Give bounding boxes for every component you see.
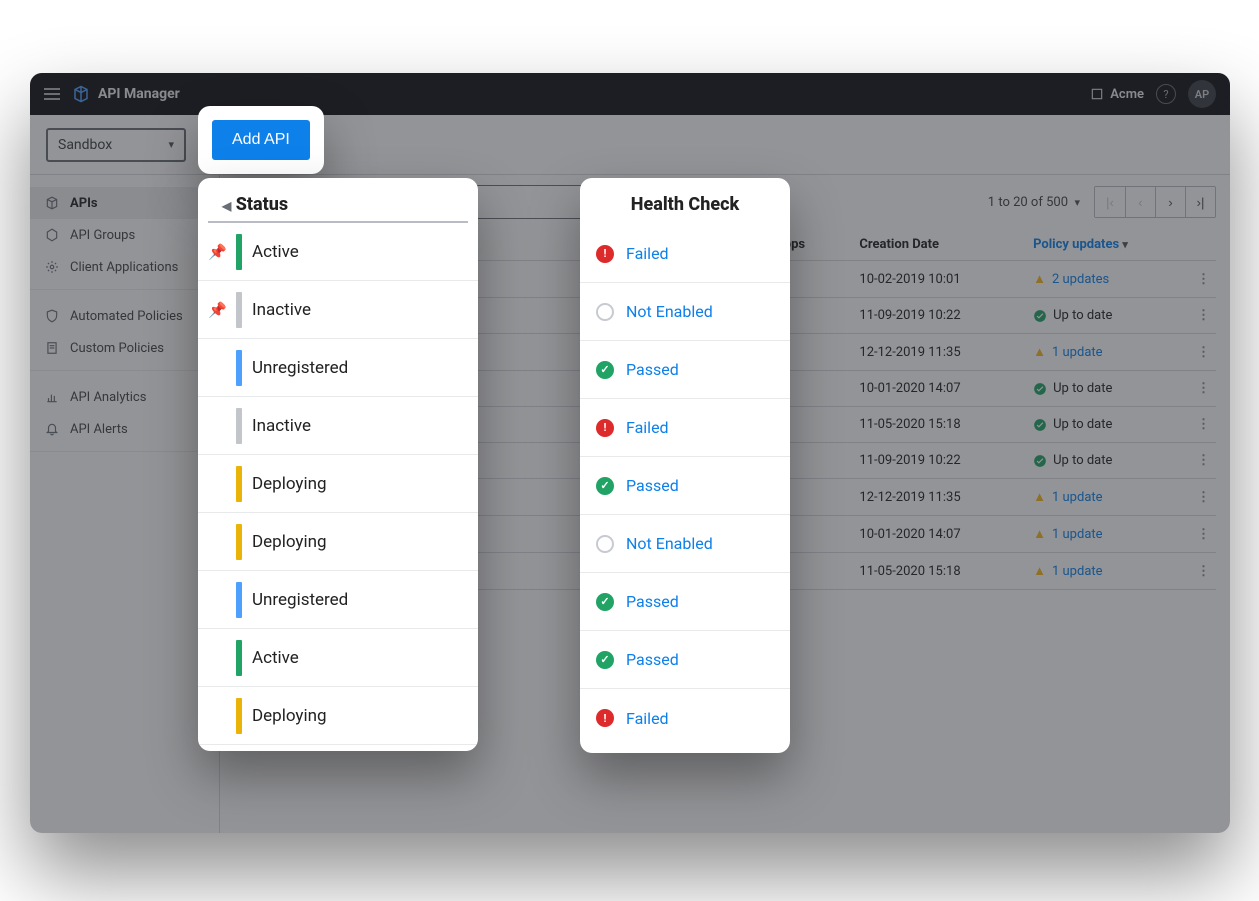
status-row-deploying[interactable]: Deploying xyxy=(198,687,478,745)
status-row-unregistered[interactable]: Unregistered xyxy=(198,339,478,397)
health-row-passed[interactable]: ✓ Passed xyxy=(580,573,790,631)
health-row-passed[interactable]: ✓ Passed xyxy=(580,457,790,515)
health-row-failed[interactable]: ! Failed xyxy=(580,689,790,747)
status-label: Active xyxy=(252,242,299,262)
status-color-bar xyxy=(236,408,242,444)
health-row-not-enabled[interactable]: Not Enabled xyxy=(580,515,790,573)
add-api-button[interactable]: Add API xyxy=(212,120,310,160)
status-popover: ◀ Status 📌 Active 📌 Inactive Unregistered Ina… xyxy=(198,178,478,751)
status-row-inactive[interactable]: 📌 Inactive xyxy=(198,281,478,339)
error-icon: ! xyxy=(596,245,614,263)
disabled-icon xyxy=(596,535,614,553)
status-color-bar xyxy=(236,582,242,618)
status-color-bar xyxy=(236,524,242,560)
status-row-active[interactable]: Active xyxy=(198,629,478,687)
health-label: Passed xyxy=(626,360,679,379)
disabled-icon xyxy=(596,303,614,321)
status-label: Inactive xyxy=(252,300,311,320)
health-label: Passed xyxy=(626,476,679,495)
health-label: Failed xyxy=(626,418,669,437)
status-label: Deploying xyxy=(252,474,327,494)
status-row-unregistered[interactable]: Unregistered xyxy=(198,571,478,629)
health-row-failed[interactable]: ! Failed xyxy=(580,225,790,283)
status-color-bar xyxy=(236,640,242,676)
status-color-bar xyxy=(236,234,242,270)
health-label: Passed xyxy=(626,592,679,611)
status-color-bar xyxy=(236,350,242,386)
status-row-active[interactable]: 📌 Active xyxy=(198,223,478,281)
health-label: Not Enabled xyxy=(626,302,713,321)
health-label: Not Enabled xyxy=(626,534,713,553)
health-label: Failed xyxy=(626,709,669,728)
status-label: Unregistered xyxy=(252,590,348,610)
health-row-failed[interactable]: ! Failed xyxy=(580,399,790,457)
check-icon: ✓ xyxy=(596,361,614,379)
pin-icon[interactable]: 📌 xyxy=(208,301,226,319)
status-label: Deploying xyxy=(252,706,327,726)
status-row-deploying[interactable]: Deploying xyxy=(198,513,478,571)
health-row-not-enabled[interactable]: Not Enabled xyxy=(580,283,790,341)
error-icon: ! xyxy=(596,419,614,437)
status-color-bar xyxy=(236,292,242,328)
check-icon: ✓ xyxy=(596,477,614,495)
health-title: Health Check xyxy=(580,194,790,215)
status-label: Active xyxy=(252,648,299,668)
status-title: Status xyxy=(236,194,288,215)
status-label: Unregistered xyxy=(252,358,348,378)
health-row-passed[interactable]: ✓ Passed xyxy=(580,341,790,399)
health-row-passed[interactable]: ✓ Passed xyxy=(580,631,790,689)
status-row-inactive[interactable]: Inactive xyxy=(198,397,478,455)
check-icon: ✓ xyxy=(596,651,614,669)
health-label: Failed xyxy=(626,244,669,263)
status-color-bar xyxy=(236,466,242,502)
back-icon[interactable]: ◀ xyxy=(222,199,231,213)
add-api-popover: Add API xyxy=(198,106,324,174)
pin-icon[interactable]: 📌 xyxy=(208,243,226,261)
health-check-popover: Health Check ! Failed Not Enabled ✓ Passed! F… xyxy=(580,178,790,753)
status-row-deploying[interactable]: Deploying xyxy=(198,455,478,513)
status-label: Inactive xyxy=(252,416,311,436)
error-icon: ! xyxy=(596,709,614,727)
status-label: Deploying xyxy=(252,532,327,552)
status-color-bar xyxy=(236,698,242,734)
check-icon: ✓ xyxy=(596,593,614,611)
health-label: Passed xyxy=(626,650,679,669)
